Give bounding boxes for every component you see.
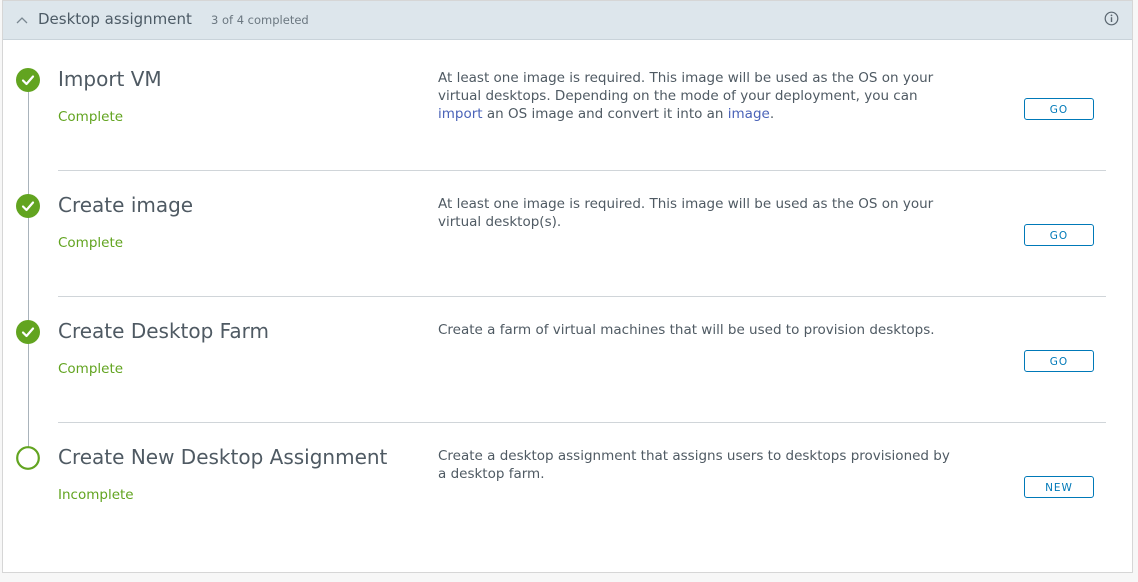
step-title: Create New Desktop Assignment	[58, 445, 388, 469]
divider	[58, 296, 1106, 297]
check-circle-icon	[16, 194, 40, 218]
panel-title: Desktop assignment	[38, 10, 192, 28]
step-create-desktop-farm: Create Desktop Farm Complete Create a fa…	[3, 319, 1132, 445]
progress-text: 3 of 4 completed	[211, 13, 309, 27]
step-title: Create image	[58, 193, 194, 217]
step-description: At least one image is required. This ima…	[438, 196, 934, 230]
step-title: Create Desktop Farm	[58, 319, 269, 343]
new-button-desktop-assignment[interactable]: NEW	[1024, 476, 1094, 498]
info-icon[interactable]	[1104, 11, 1119, 26]
step-create-image: Create image Complete At least one image…	[3, 193, 1132, 319]
check-circle-icon	[16, 68, 40, 92]
description-text: At least one image is required. This ima…	[438, 70, 934, 104]
desktop-assignment-panel: Desktop assignment 3 of 4 completed Impo…	[2, 0, 1133, 573]
step-status: Complete	[58, 361, 124, 377]
divider	[58, 170, 1106, 171]
go-button-create-desktop-farm[interactable]: GO	[1024, 350, 1094, 372]
import-link[interactable]: import	[438, 106, 483, 122]
step-description: Create a farm of virtual machines that w…	[438, 322, 935, 338]
step-title: Import VM	[58, 67, 162, 91]
description-text: .	[769, 106, 775, 122]
step-create-new-desktop-assignment: Create New Desktop Assignment Incomplete…	[3, 445, 1132, 571]
go-button-create-image[interactable]: GO	[1024, 224, 1094, 246]
panel-header[interactable]: Desktop assignment 3 of 4 completed	[3, 1, 1132, 40]
go-button-import-vm[interactable]: GO	[1024, 98, 1094, 120]
chevron-up-icon[interactable]	[15, 13, 29, 27]
step-description: Create a desktop assignment that assigns…	[438, 448, 950, 482]
divider	[58, 422, 1106, 423]
step-description: At least one image is required. This ima…	[438, 69, 958, 123]
step-import-vm: Import VM Complete At least one image is…	[3, 67, 1132, 193]
step-status: Incomplete	[58, 487, 134, 503]
step-status: Complete	[58, 109, 124, 125]
image-link[interactable]: image	[728, 106, 770, 122]
empty-circle-icon	[16, 446, 40, 470]
description-text: an OS image and convert it into an	[482, 106, 728, 122]
step-status: Complete	[58, 235, 124, 251]
check-circle-icon	[16, 320, 40, 344]
